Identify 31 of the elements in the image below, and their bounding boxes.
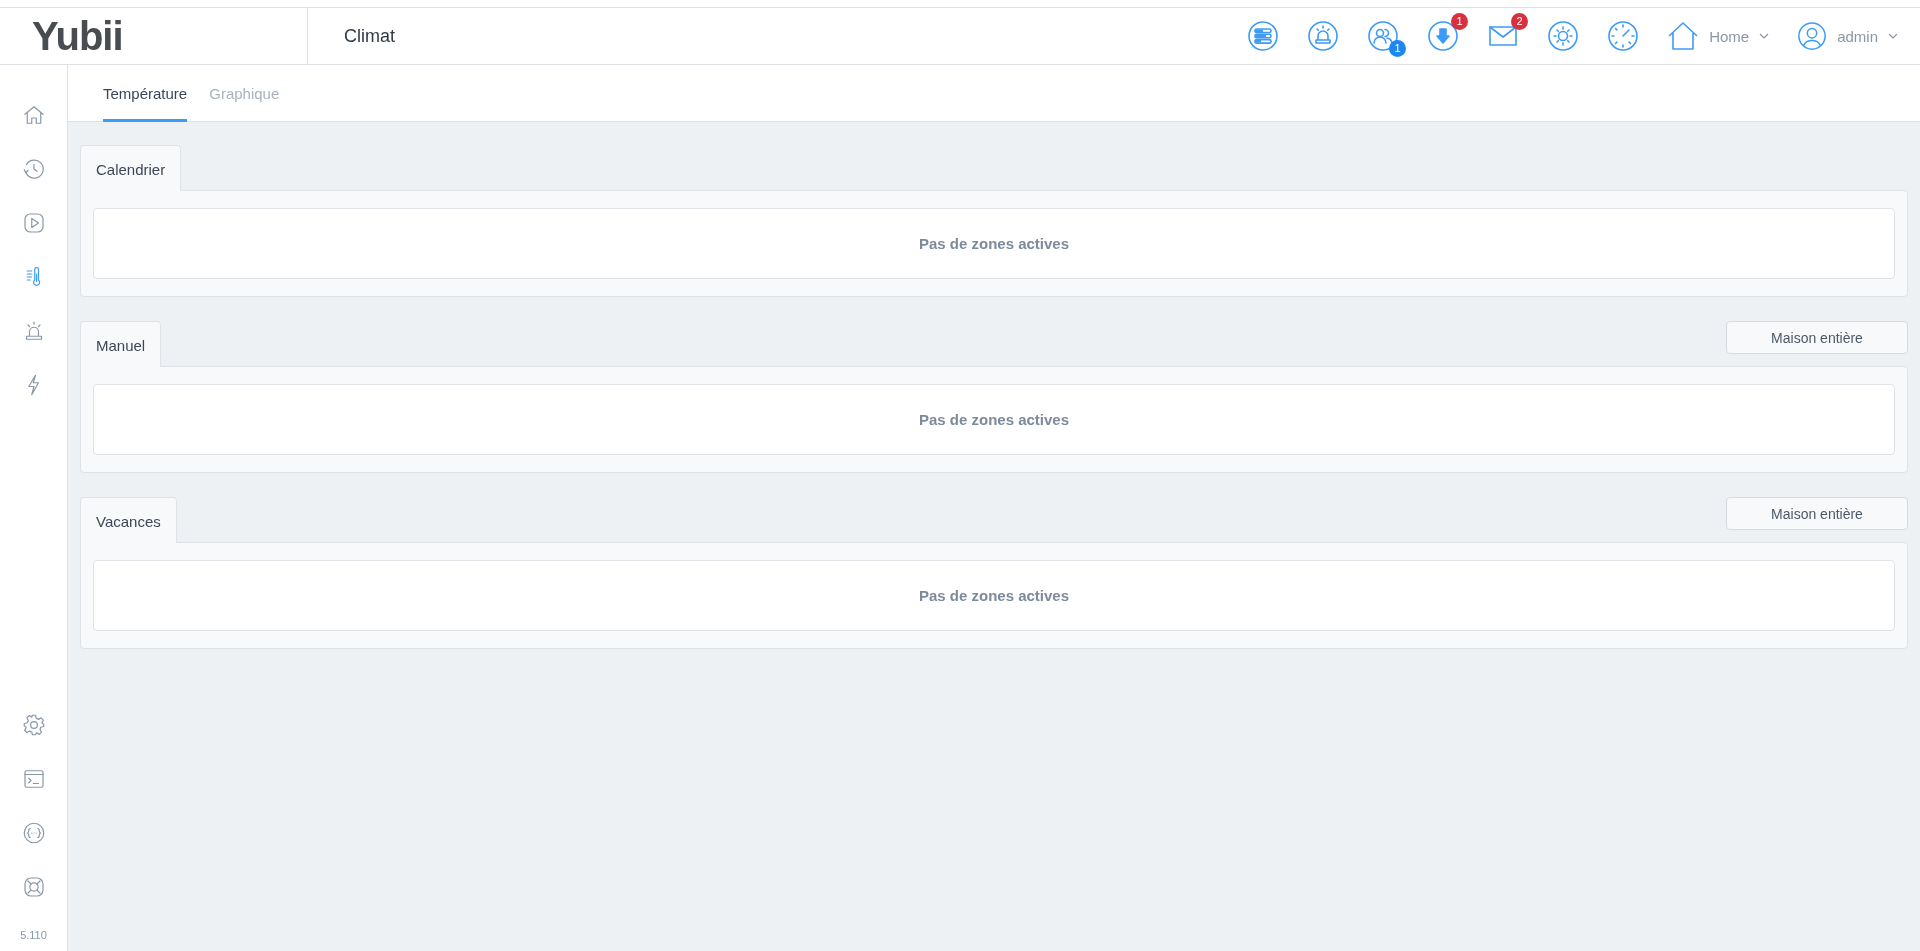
siren-icon[interactable] [1307,20,1340,52]
count-badge: 1 [1451,13,1469,30]
page-title: Climat [344,25,396,47]
whole-house-button[interactable]: Maison entière [1726,321,1908,354]
gauge-icon[interactable] [1607,20,1640,52]
section-tab[interactable]: Manuel [80,321,162,367]
clock-icon[interactable] [21,157,46,181]
sun-icon[interactable] [1547,20,1580,52]
logo[interactable]: Yubii [32,13,123,59]
play-icon[interactable] [21,211,46,235]
whole-house-button[interactable]: Maison entière [1726,497,1908,530]
list-icon[interactable] [1247,20,1280,52]
empty-message: Pas de zones actives [918,411,1070,428]
chevron-icon [1888,33,1898,39]
count-badge: 1 [1389,40,1407,57]
chevron-icon [1759,33,1770,39]
terminal-icon[interactable] [21,767,46,791]
section-tab[interactable]: Vacances [80,497,177,543]
version-text: 5.110 [20,929,47,941]
empty-message: Pas de zones actives [918,587,1070,604]
users-icon[interactable] [1367,20,1400,52]
code-icon[interactable] [21,821,46,845]
empty-message: Pas de zones actives [918,235,1070,252]
user-icon[interactable] [1797,21,1828,51]
home-icon[interactable] [1667,20,1700,52]
tab[interactable]: Température [103,65,188,122]
settings-icon[interactable] [21,713,46,737]
home-icon[interactable] [21,103,46,127]
lifebuoy-icon[interactable] [21,875,46,899]
count-badge: 2 [1511,13,1529,30]
section-tab[interactable]: Calendrier [80,145,182,191]
